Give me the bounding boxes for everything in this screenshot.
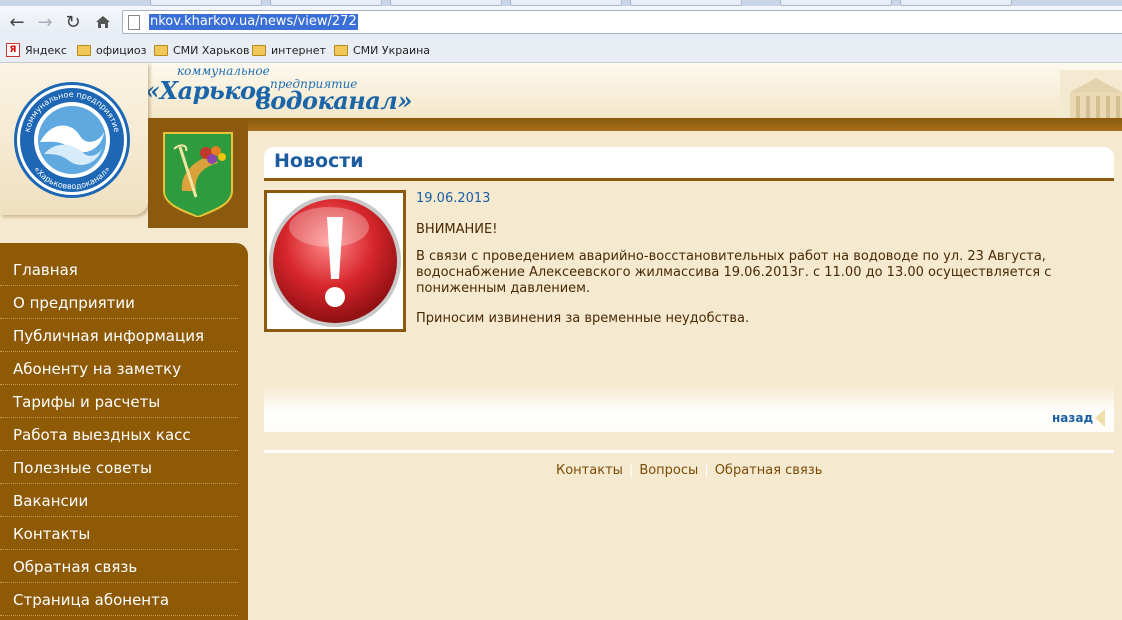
footer-link-contacts[interactable]: Контакты	[556, 463, 623, 478]
forward-arrow-icon[interactable]: →	[34, 11, 56, 33]
news-image	[264, 190, 406, 332]
city-coat-of-arms-icon	[163, 132, 233, 217]
warning-icon	[269, 195, 401, 327]
bookmark-yandex[interactable]: Я Яндекс	[6, 42, 67, 58]
bookmark-label: официоз	[96, 43, 147, 57]
reload-icon[interactable]: ↻	[62, 11, 84, 33]
logo-big-text: «Харьков	[145, 76, 271, 105]
divider	[264, 450, 1114, 453]
home-icon[interactable]	[92, 11, 114, 33]
section-title-bar: Новости	[264, 147, 1114, 181]
bookmark-label: СМИ Харьков	[173, 43, 250, 57]
bookmark-folder[interactable]: СМИ Украина	[334, 42, 430, 58]
sidebar-item-tips[interactable]: Полезные советы	[0, 452, 238, 484]
news-date: 19.06.2013	[416, 191, 491, 206]
footer-link-questions[interactable]: Вопросы	[639, 463, 698, 478]
browser-toolbar: ← → ↻ nkov.kharkov.ua/news/view/272	[0, 6, 1122, 38]
footer-separator: |	[628, 463, 634, 478]
news-body: В связи с проведением аварийно-восстанов…	[416, 249, 1052, 296]
bookmark-folder[interactable]: интернет	[252, 42, 326, 58]
sidebar-item-vacancies[interactable]: Вакансии	[0, 485, 238, 517]
url-text[interactable]: nkov.kharkov.ua/news/view/272	[149, 14, 358, 30]
page-title: Новости	[274, 150, 364, 172]
page-icon	[128, 15, 140, 30]
footer-separator: |	[704, 463, 709, 478]
water-utility-logo-icon[interactable]: коммунальное предприятие «Харьковводокан…	[12, 80, 132, 200]
back-arrow-icon[interactable]: ←	[6, 11, 28, 33]
address-bar[interactable]: nkov.kharkov.ua/news/view/272	[122, 10, 1122, 34]
bookmark-label: Яндекс	[25, 43, 67, 57]
footer-link-feedback[interactable]: Обратная связь	[715, 463, 823, 478]
sidebar-item-subscriber-page[interactable]: Страница абонента	[0, 584, 238, 616]
sidebar-item-subscriber-notes[interactable]: Абоненту на заметку	[0, 353, 238, 385]
logo-big-text: водоканал»	[255, 86, 412, 115]
site-logo-text[interactable]: коммунальное предприятие «Харьков водока…	[145, 64, 412, 118]
sidebar-item-mobile-cashiers[interactable]: Работа выездных касс	[0, 419, 238, 451]
bookmark-label: интернет	[271, 43, 326, 57]
header-band	[148, 118, 1122, 131]
bookmark-label: СМИ Украина	[353, 43, 431, 57]
sidebar-item-tariffs[interactable]: Тарифы и расчеты	[0, 386, 238, 418]
news-heading: ВНИМАНИЕ!	[416, 222, 498, 237]
back-triangle-icon[interactable]	[1095, 409, 1105, 427]
yandex-icon: Я	[6, 43, 20, 57]
sidebar-item-public-info[interactable]: Публичная информация	[0, 320, 238, 352]
back-link[interactable]: назад	[1052, 411, 1093, 425]
bookmark-folder[interactable]: СМИ Харьков	[154, 42, 250, 58]
folder-icon	[252, 44, 266, 56]
bookmarks-bar: Я Яндекс официоз СМИ Харьков интернет СМ…	[0, 38, 1122, 63]
folder-icon	[334, 44, 348, 56]
news-apology: Приносим извинения за временные неудобст…	[416, 311, 750, 326]
building-illustration	[1060, 70, 1122, 120]
sidebar-item-feedback[interactable]: Обратная связь	[0, 551, 238, 583]
footer-links: Контакты | Вопросы | Обратная связь	[556, 463, 822, 478]
sidebar-item-about[interactable]: О предприятии	[0, 287, 238, 319]
sidebar-item-home[interactable]: Главная	[0, 254, 238, 286]
bookmark-folder[interactable]: официоз	[77, 42, 147, 58]
folder-icon	[154, 44, 168, 56]
folder-icon	[77, 44, 91, 56]
back-bar	[264, 384, 1114, 432]
sidebar-menu: Главная О предприятии Публичная информац…	[0, 243, 248, 620]
sidebar-item-contacts[interactable]: Контакты	[0, 518, 238, 550]
